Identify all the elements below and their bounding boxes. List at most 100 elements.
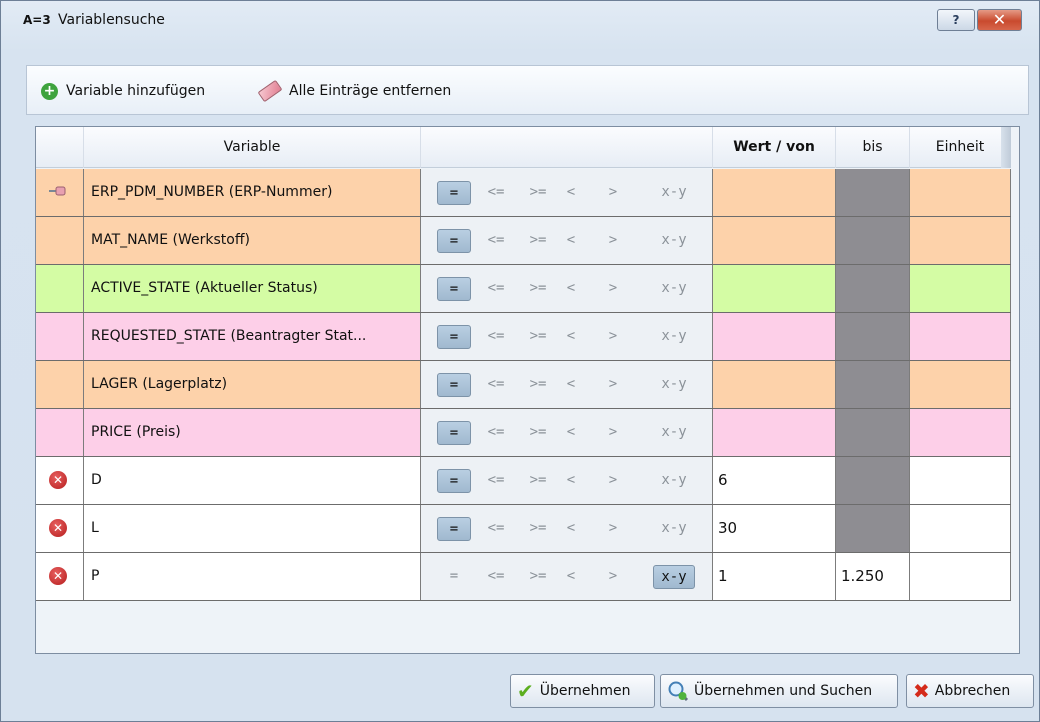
operator-button[interactable]: <= <box>481 469 511 493</box>
table-row[interactable]: LAGER (Lagerplatz) = <= >= < > x-y <box>36 361 1011 409</box>
table-row[interactable]: ✕ L = <= >= < > x-y 30 <box>36 505 1011 553</box>
table-row[interactable]: MAT_NAME (Werkstoff) = <= >= < > x-y <box>36 217 1011 265</box>
operator-button[interactable]: > <box>601 517 625 541</box>
value-field[interactable] <box>713 361 836 408</box>
value-field[interactable] <box>713 409 836 456</box>
operator-button[interactable]: = <box>437 565 471 589</box>
unit-field[interactable] <box>910 505 1011 552</box>
operator-button[interactable]: = <box>437 277 471 301</box>
operator-button[interactable]: > <box>601 421 625 445</box>
operator-button[interactable]: x-y <box>653 277 695 301</box>
add-icon: + <box>41 82 58 100</box>
header-einheit[interactable]: Einheit <box>910 127 1011 168</box>
operator-button[interactable]: <= <box>481 277 511 301</box>
unit-field[interactable] <box>910 361 1011 408</box>
operator-button[interactable]: > <box>601 277 625 301</box>
operator-button[interactable]: = <box>437 469 471 493</box>
row-icon-cell: ✕ <box>36 457 84 504</box>
help-button[interactable]: ? <box>937 9 975 31</box>
value-field[interactable]: 1 <box>713 553 836 600</box>
operator-button[interactable]: <= <box>481 517 511 541</box>
delete-icon[interactable]: ✕ <box>49 471 67 489</box>
operator-button[interactable]: <= <box>481 421 511 445</box>
operator-button[interactable]: = <box>437 517 471 541</box>
operator-button[interactable]: < <box>559 517 583 541</box>
operator-button[interactable]: = <box>437 421 471 445</box>
operator-button[interactable]: = <box>437 325 471 349</box>
variable-name: MAT_NAME (Werkstoff) <box>84 217 421 264</box>
operator-button[interactable]: = <box>437 373 471 397</box>
operator-button[interactable]: = <box>437 229 471 253</box>
operator-button[interactable]: >= <box>521 277 555 301</box>
close-button[interactable]: ✕ <box>977 9 1022 31</box>
operator-button[interactable]: >= <box>521 517 555 541</box>
apply-button[interactable]: ✔ Übernehmen <box>510 674 655 708</box>
operator-button[interactable]: <= <box>481 565 511 589</box>
operator-button[interactable]: >= <box>521 421 555 445</box>
operator-button[interactable]: <= <box>481 181 511 205</box>
operator-button[interactable]: > <box>601 469 625 493</box>
table-row[interactable]: PRICE (Preis) = <= >= < > x-y <box>36 409 1011 457</box>
delete-icon[interactable]: ✕ <box>49 567 67 585</box>
clear-all-button[interactable]: Alle Einträge entfernen <box>257 79 451 103</box>
table-row[interactable]: ERP_PDM_NUMBER (ERP-Nummer) = <= >= < > x-y <box>36 169 1011 217</box>
add-variable-button[interactable]: + Variable hinzufügen <box>41 80 205 102</box>
operator-button[interactable]: < <box>559 469 583 493</box>
operator-button[interactable]: > <box>601 181 625 205</box>
operator-button[interactable]: <= <box>481 325 511 349</box>
cancel-button[interactable]: ✖ Abbrechen <box>906 674 1034 708</box>
unit-field[interactable] <box>910 217 1011 264</box>
value-field[interactable] <box>713 313 836 360</box>
operator-button[interactable]: > <box>601 565 625 589</box>
operator-button[interactable]: >= <box>521 469 555 493</box>
operator-button[interactable]: < <box>559 373 583 397</box>
operator-button[interactable]: x-y <box>653 517 695 541</box>
table-row[interactable]: ✕ D = <= >= < > x-y 6 <box>36 457 1011 505</box>
operator-button[interactable]: < <box>559 277 583 301</box>
operator-button[interactable]: > <box>601 325 625 349</box>
operator-button[interactable]: x-y <box>653 421 695 445</box>
operator-button[interactable]: >= <box>521 325 555 349</box>
operator-button[interactable]: >= <box>521 373 555 397</box>
unit-field[interactable] <box>910 409 1011 456</box>
header-bis[interactable]: bis <box>836 127 910 168</box>
value-field[interactable] <box>713 265 836 312</box>
unit-field[interactable] <box>910 265 1011 312</box>
operator-button[interactable]: < <box>559 565 583 589</box>
operator-button[interactable]: x-y <box>653 565 695 589</box>
unit-field[interactable] <box>910 169 1011 216</box>
operator-button[interactable]: <= <box>481 229 511 253</box>
value-field[interactable] <box>713 217 836 264</box>
operator-button[interactable]: > <box>601 373 625 397</box>
value-field[interactable]: 30 <box>713 505 836 552</box>
header-wert[interactable]: Wert / von <box>713 127 836 168</box>
operator-button[interactable]: x-y <box>653 325 695 349</box>
operator-button[interactable]: < <box>559 325 583 349</box>
delete-icon[interactable]: ✕ <box>49 519 67 537</box>
unit-field[interactable] <box>910 457 1011 504</box>
operator-button[interactable]: >= <box>521 181 555 205</box>
table-row[interactable]: ✕ P = <= >= < > x-y 1 1.250 <box>36 553 1011 601</box>
header-variable[interactable]: Variable <box>84 127 421 168</box>
apply-search-button[interactable]: Übernehmen und Suchen <box>660 674 898 708</box>
unit-field[interactable] <box>910 553 1011 600</box>
table-row[interactable]: ACTIVE_STATE (Aktueller Status) = <= >= < > x-… <box>36 265 1011 313</box>
operator-button[interactable]: x-y <box>653 469 695 493</box>
operator-button[interactable]: >= <box>521 229 555 253</box>
value-field[interactable] <box>713 169 836 216</box>
operator-button[interactable]: x-y <box>653 181 695 205</box>
to-value-field <box>836 217 910 264</box>
operator-button[interactable]: = <box>437 181 471 205</box>
to-value-field[interactable]: 1.250 <box>836 553 910 600</box>
value-field[interactable]: 6 <box>713 457 836 504</box>
operator-button[interactable]: < <box>559 181 583 205</box>
unit-field[interactable] <box>910 313 1011 360</box>
operator-button[interactable]: >= <box>521 565 555 589</box>
operator-button[interactable]: > <box>601 229 625 253</box>
table-row[interactable]: REQUESTED_STATE (Beantragter Stat... = <= >… <box>36 313 1011 361</box>
operator-button[interactable]: < <box>559 229 583 253</box>
operator-button[interactable]: <= <box>481 373 511 397</box>
operator-button[interactable]: x-y <box>653 229 695 253</box>
operator-button[interactable]: x-y <box>653 373 695 397</box>
operator-button[interactable]: < <box>559 421 583 445</box>
